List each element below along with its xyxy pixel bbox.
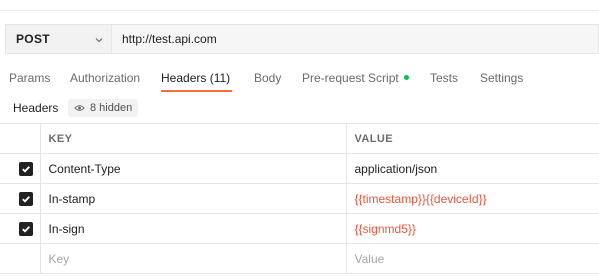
request-tabs: Params Authorization Headers (11) Body P… (0, 62, 599, 94)
header-value-cell[interactable]: application/json (346, 153, 599, 184)
new-value-input[interactable]: Value (346, 243, 599, 274)
table-row-new: Key Value (0, 243, 599, 274)
hidden-headers-label: 8 hidden (90, 102, 133, 114)
table-row: Content-Type application/json (0, 153, 599, 184)
table-header-row: KEY VALUE (0, 123, 599, 154)
row-checkbox-cell (0, 153, 41, 184)
tab-tests[interactable]: Tests (430, 62, 458, 94)
row-checkbox[interactable] (19, 191, 33, 206)
key-column-header: KEY (40, 123, 347, 154)
check-column-header (0, 123, 41, 154)
top-divider (0, 10, 599, 11)
header-value-cell[interactable]: {{signmd5}} (346, 213, 599, 244)
status-dot-icon (403, 75, 409, 81)
table-row: In-stamp {{timestamp}}{{deviceId}} (0, 183, 599, 214)
header-key-cell[interactable]: Content-Type (40, 153, 347, 184)
tab-pre-request-script[interactable]: Pre-request Script (302, 62, 409, 94)
checkmark-icon (22, 195, 30, 203)
tab-authorization[interactable]: Authorization (70, 62, 140, 94)
new-key-input[interactable]: Key (40, 243, 347, 274)
tab-settings[interactable]: Settings (480, 62, 523, 94)
chevron-down-icon (95, 38, 103, 43)
checkmark-icon (22, 225, 30, 233)
tab-body[interactable]: Body (254, 62, 281, 94)
url-input[interactable]: http://test.api.com (111, 24, 599, 54)
row-checkbox[interactable] (19, 161, 33, 176)
header-key-cell[interactable]: In-stamp (40, 183, 347, 214)
header-key-cell[interactable]: In-sign (40, 213, 347, 244)
value-column-header: VALUE (346, 123, 599, 154)
headers-table: KEY VALUE Content-Type application/json … (0, 123, 599, 274)
request-bar: POST http://test.api.com (5, 24, 599, 54)
method-label: POST (16, 32, 50, 46)
table-row: In-sign {{signmd5}} (0, 213, 599, 244)
tab-headers[interactable]: Headers (11) (161, 62, 233, 94)
row-checkbox-cell (0, 213, 41, 244)
method-select[interactable]: POST (5, 24, 111, 54)
checkmark-icon (22, 165, 30, 173)
header-value-cell[interactable]: {{timestamp}}{{deviceId}} (346, 183, 599, 214)
headers-toolbar: Headers 8 hidden (0, 98, 599, 118)
eye-icon (74, 105, 85, 111)
headers-title: Headers (13, 101, 59, 115)
tab-params[interactable]: Params (9, 62, 50, 94)
row-checkbox[interactable] (19, 221, 33, 236)
row-checkbox-cell (0, 243, 41, 274)
row-checkbox-cell (0, 183, 41, 214)
hidden-headers-toggle[interactable]: 8 hidden (68, 99, 139, 117)
tab-pre-request-script-label: Pre-request Script (302, 71, 399, 85)
